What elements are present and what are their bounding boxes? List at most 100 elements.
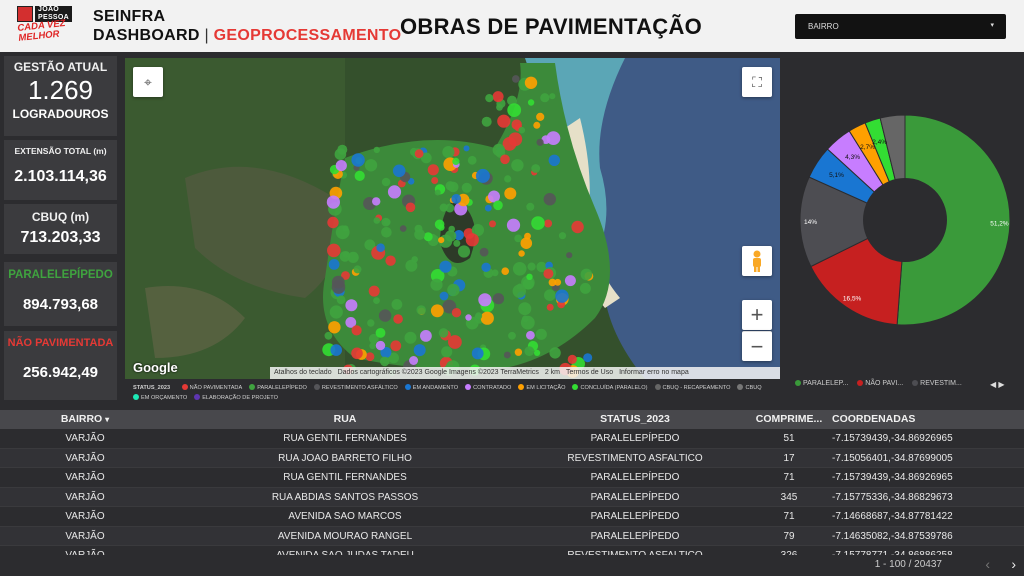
map-status-marker[interactable]: [347, 251, 359, 263]
map-status-marker[interactable]: [375, 340, 386, 351]
zoom-out-button[interactable]: −: [742, 331, 772, 361]
map-status-marker[interactable]: [391, 299, 403, 310]
map-status-marker[interactable]: [496, 103, 503, 111]
legend-item[interactable]: REVESTIMENTO ASFÁLTICO: [313, 384, 398, 391]
col-status-header[interactable]: STATUS_2023: [520, 410, 750, 429]
map-status-marker[interactable]: [434, 189, 441, 196]
map-status-marker[interactable]: [475, 168, 490, 183]
map-status-marker[interactable]: [583, 353, 593, 363]
map-status-marker[interactable]: [503, 351, 511, 359]
map-status-marker[interactable]: [567, 354, 577, 364]
map-status-marker[interactable]: [521, 315, 529, 323]
legend-item[interactable]: EM LICITAÇÃO: [518, 384, 565, 391]
map-status-marker[interactable]: [353, 265, 362, 274]
map-status-marker[interactable]: [492, 293, 505, 305]
map-status-marker[interactable]: [445, 181, 455, 191]
map-status-marker[interactable]: [416, 305, 427, 315]
donut-legend-item[interactable]: REVESTIM...: [912, 380, 962, 387]
map-status-marker[interactable]: [448, 335, 462, 349]
map-status-marker[interactable]: [430, 278, 443, 291]
map-status-marker[interactable]: [367, 319, 375, 327]
map-status-marker[interactable]: [549, 93, 556, 100]
map-status-marker[interactable]: [438, 237, 445, 244]
map-status-marker[interactable]: [493, 200, 503, 211]
map-status-marker[interactable]: [447, 283, 460, 297]
map-status-marker[interactable]: [511, 159, 524, 172]
map-status-marker[interactable]: [399, 225, 407, 232]
map-status-marker[interactable]: [331, 275, 345, 289]
map-canvas[interactable]: [125, 58, 780, 379]
map-status-marker[interactable]: [330, 344, 342, 356]
map-status-marker[interactable]: [329, 305, 343, 319]
map-status-marker[interactable]: [381, 177, 391, 187]
map-status-marker[interactable]: [327, 243, 341, 258]
map-status-marker[interactable]: [385, 255, 396, 266]
map-status-marker[interactable]: [566, 252, 573, 259]
map-status-marker[interactable]: [372, 197, 381, 206]
map-status-marker[interactable]: [497, 114, 511, 128]
legend-item[interactable]: CONTRATADO: [465, 384, 511, 391]
col-bairro-header[interactable]: BAIRRO ▾: [0, 410, 170, 429]
donut-legend-item[interactable]: PARALELEP...: [795, 380, 848, 387]
map-status-marker[interactable]: [405, 202, 416, 213]
map-status-marker[interactable]: [492, 143, 505, 157]
map-status-marker[interactable]: [351, 153, 365, 167]
map-status-marker[interactable]: [427, 164, 439, 176]
map-status-marker[interactable]: [544, 289, 556, 301]
map-status-marker[interactable]: [439, 291, 449, 301]
map-status-marker[interactable]: [480, 311, 494, 325]
map-status-marker[interactable]: [442, 146, 455, 159]
map-status-marker[interactable]: [512, 284, 526, 298]
legend-item[interactable]: CBUQ - RECAPEAMENTO: [654, 384, 730, 391]
map-status-marker[interactable]: [524, 346, 535, 357]
next-page-button[interactable]: ›: [1011, 556, 1016, 572]
map-status-marker[interactable]: [531, 164, 541, 173]
col-coordenadas-header[interactable]: COORDENADAS: [828, 410, 1024, 429]
map-status-marker[interactable]: [501, 267, 510, 275]
map-status-marker[interactable]: [485, 94, 494, 103]
map-status-marker[interactable]: [526, 330, 535, 340]
map-status-marker[interactable]: [527, 262, 536, 271]
legend-item[interactable]: CONCLUÍDA (PARALELO): [572, 384, 648, 391]
map-status-marker[interactable]: [544, 219, 553, 228]
status-donut-chart[interactable]: 51,2%16,5%14%5,1%4,3%2,7%2,4%: [790, 105, 1020, 335]
prev-page-icon[interactable]: ◀: [990, 380, 996, 389]
map-status-marker[interactable]: [430, 304, 444, 318]
map-status-marker[interactable]: [373, 217, 381, 224]
col-rua-header[interactable]: RUA: [170, 410, 520, 429]
map-status-marker[interactable]: [337, 144, 348, 155]
table-row[interactable]: VARJÃO RUA GENTIL FERNANDES PARALELEPÍPEDO…: [0, 468, 1024, 488]
terms-link[interactable]: Termos de Uso: [566, 367, 613, 379]
map-status-marker[interactable]: [414, 149, 424, 159]
map-status-marker[interactable]: [526, 273, 533, 280]
map-status-marker[interactable]: [373, 297, 380, 304]
map-status-marker[interactable]: [457, 245, 471, 258]
map-status-marker[interactable]: [351, 325, 362, 336]
map-status-marker[interactable]: [504, 175, 512, 183]
map-status-marker[interactable]: [463, 145, 470, 152]
map-status-marker[interactable]: [327, 216, 339, 229]
table-row[interactable]: VARJÃO AVENIDA MOURAO RANGEL PARALELEPÍPED…: [0, 526, 1024, 546]
map-status-marker[interactable]: [518, 126, 526, 134]
map-status-marker[interactable]: [535, 328, 547, 340]
map-status-marker[interactable]: [571, 220, 584, 234]
map-status-marker[interactable]: [564, 275, 576, 287]
legend-item[interactable]: EM ANDAMENTO: [404, 384, 458, 391]
map-status-marker[interactable]: [381, 227, 392, 238]
map-status-marker[interactable]: [336, 295, 346, 305]
map-status-marker[interactable]: [445, 203, 455, 213]
map-status-marker[interactable]: [579, 282, 591, 294]
map-status-marker[interactable]: [451, 308, 462, 318]
map-status-marker[interactable]: [580, 268, 593, 281]
table-row[interactable]: VARJÃO RUA JOAO BARRETO FILHO REVESTIMENTO…: [0, 448, 1024, 468]
map-status-marker[interactable]: [465, 233, 479, 247]
map-status-marker[interactable]: [345, 299, 358, 312]
map-status-marker[interactable]: [554, 278, 562, 286]
col-comprimento-header[interactable]: COMPRIME...: [750, 410, 828, 429]
map-status-marker[interactable]: [434, 219, 445, 230]
bairro-dropdown[interactable]: BAIRRO ▾: [795, 14, 1006, 39]
map-status-marker[interactable]: [369, 342, 376, 350]
map-status-marker[interactable]: [431, 177, 439, 184]
map-status-marker[interactable]: [324, 331, 333, 340]
map-status-marker[interactable]: [461, 182, 472, 193]
